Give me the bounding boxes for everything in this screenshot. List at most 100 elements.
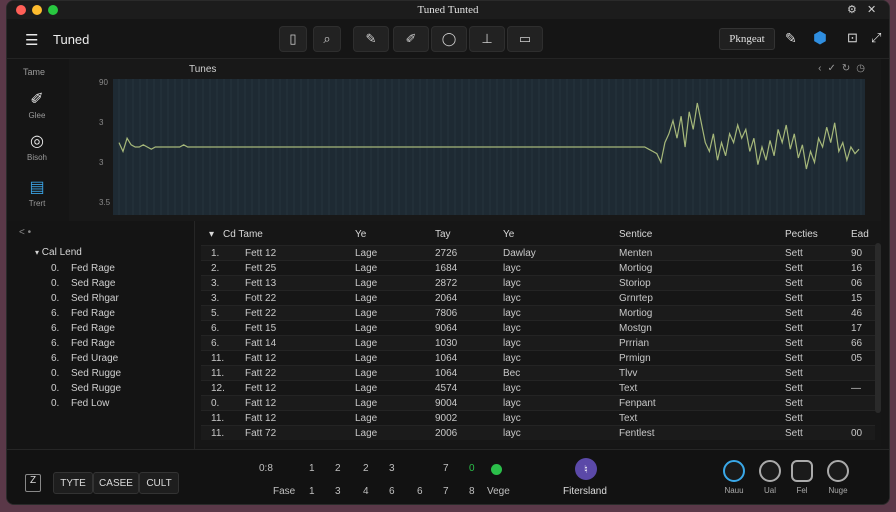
tree-item[interactable]: 0. Sed Rugge [51,383,121,394]
tree-item[interactable]: 0. Fed Rage [51,263,115,274]
page-button[interactable]: 7 [443,486,449,497]
page-button[interactable]: 6 [389,486,395,497]
page-button[interactable]: 4 [363,486,369,497]
monitor-button[interactable]: ▭ [507,26,543,52]
cult-button[interactable]: CULT [139,472,179,494]
pro-button[interactable]: Pkngeat [719,28,775,50]
menu-icon[interactable]: ☰ [25,31,38,49]
tree-item[interactable]: 0. Fed Low [51,398,109,409]
page-button[interactable]: 7 [443,463,449,474]
table-row[interactable]: 1. Fett 12 Lage 2726 Dawlay Menten Sett 90 [201,245,875,260]
tree-root[interactable]: ▾ Cal Lend [35,247,82,258]
waveform-chart[interactable]: 90 3 3 3.5 [69,59,881,221]
table-row[interactable]: 11. Fatt 72 Lage 2006 layc Fentlest Sett 00 [201,425,875,440]
tree-item[interactable]: 0. Sed Rugge [51,368,121,379]
page-button[interactable]: 0 [469,463,475,474]
tree-item[interactable]: 0. Sed Rage [51,278,115,289]
sort-caret-icon[interactable]: ▾ [209,229,214,240]
page-button[interactable]: 8 [469,486,475,497]
y-tick-label: 3 [99,118,104,127]
column-header[interactable]: Tay [435,229,451,240]
page-button[interactable]: Vege [487,486,510,497]
column-header[interactable]: Sentice [619,229,652,240]
volume-knob[interactable] [723,460,745,482]
case-button[interactable]: CASEE [93,472,139,494]
knob-label: Nuge [828,486,848,495]
table-row[interactable]: 3. Fett 13 Lage 2872 layc Storiop Sett 06 [201,275,875,290]
circle-button[interactable]: ◯ [431,26,467,52]
page-button[interactable]: 1 [309,486,315,497]
knob-label: Nauu [724,486,744,495]
brush-button[interactable]: ✎ [353,26,389,52]
page-button[interactable]: 3 [335,486,341,497]
sidebar-item-trert[interactable]: ▤ Trert [17,177,57,208]
close-icon[interactable]: ✕ [867,3,876,16]
table-row[interactable]: 6. Fett 15 Lage 9064 layc Mostgn Sett 17 [201,320,875,335]
page-button[interactable]: 0:8 [259,463,273,474]
layers-button[interactable]: ✐ [393,26,429,52]
column-header[interactable]: Cd Tame [223,229,263,240]
gain-knob[interactable] [759,460,781,482]
file-icon[interactable]: Z [25,474,41,492]
table-cell: — [851,383,861,394]
page-button[interactable]: 6 [417,486,423,497]
tree-item[interactable]: 6. Fed Rage [51,308,115,319]
page-button[interactable]: Fase [273,486,295,497]
search-button[interactable]: ⌕ [313,26,341,52]
column-header[interactable]: Ye [355,229,366,240]
pan-knob[interactable] [827,460,849,482]
check-icon[interactable]: ✓ [827,63,841,74]
gem-icon[interactable]: ⬢ [813,28,827,48]
table-cell: layc [503,398,521,409]
sidebar-item-bisoh[interactable]: ◎ Bisoh [17,131,57,162]
table-row[interactable]: 5. Fett 22 Lage 7806 layc Mortiog Sett 46 [201,305,875,320]
sidebar-item-glee[interactable]: ✐ Glee [17,89,57,120]
device-button[interactable]: ▯ [279,26,307,52]
column-header[interactable]: Ead [851,229,869,240]
tree-item[interactable]: 6. Fed Urage [51,353,118,364]
table-cell: 11. [211,353,225,364]
table-cell: Fett 12 [245,383,277,394]
page-button[interactable]: 2 [363,463,369,474]
table-cell: Sett [785,353,803,364]
table-cell: 3. [211,278,220,289]
stamp-button[interactable]: ⊥ [469,26,505,52]
settings-icon[interactable]: ⚙ [847,3,857,16]
table-row[interactable]: 12. Fett 12 Lage 4574 layc Text Sett — [201,380,875,395]
record-button[interactable]: ♮ [575,458,597,480]
page-button[interactable]: 2 [335,463,341,474]
page-button[interactable]: 1 [309,463,315,474]
pen-icon[interactable]: ✎ [785,30,797,47]
page-button[interactable]: 3 [389,463,395,474]
table-row[interactable]: 11. Fatt 22 Lage 1064 Bec Tlvv Sett [201,365,875,380]
table-cell: 7806 [435,308,458,319]
tree-item[interactable]: 6. Fed Rage [51,338,115,349]
table-cell: 12. [211,383,225,394]
tree-item-number: 0. [51,263,60,274]
waveform-chart-panel: 90 3 3 3.5 Tunes ‹✓↻◷ [69,59,881,221]
expand-icon[interactable]: ⤢ [871,30,881,46]
table-row[interactable]: 0. Fatt 12 Lage 9004 layc Fenpant Sett [201,395,875,410]
tree-item[interactable]: 0. Sed Rhgar [51,293,119,304]
clock-icon[interactable]: ◷ [856,63,871,74]
type-button[interactable]: TYTE [53,472,93,494]
table-row[interactable]: 6. Fatt 14 Lage 1030 layc Prrrian Sett 66 [201,335,875,350]
gallery-icon[interactable]: ⊡ [847,30,858,46]
refresh-icon[interactable]: ↻ [842,63,856,74]
table-cell: 05 [851,353,863,364]
table-scrollbar[interactable] [875,243,881,413]
table-row[interactable]: 11. Fatt 12 Lage 1064 layc Prmign Sett 05 [201,350,875,365]
table-cell: Bec [503,368,521,379]
column-header[interactable]: Pecties [785,229,818,240]
tree-item-label: Sed Rugge [71,383,122,394]
column-header[interactable]: Ye [503,229,514,240]
table-row[interactable]: 2. Fett 25 Lage 1684 layc Mortiog Sett 16 [201,260,875,275]
link-knob[interactable] [791,460,813,482]
tree-item[interactable]: 6. Fed Rage [51,323,115,334]
table-row[interactable]: 11. Fatt 12 Lage 9002 layc Text Sett [201,410,875,425]
table-row[interactable]: 3. Fott 22 Lage 2064 layc Grnrtep Sett 15 [201,290,875,305]
table-cell: 4574 [435,383,458,394]
tree-nav[interactable]: < • [19,227,31,238]
table-cell: Sett [785,323,803,334]
table-cell: 2. [211,263,220,274]
